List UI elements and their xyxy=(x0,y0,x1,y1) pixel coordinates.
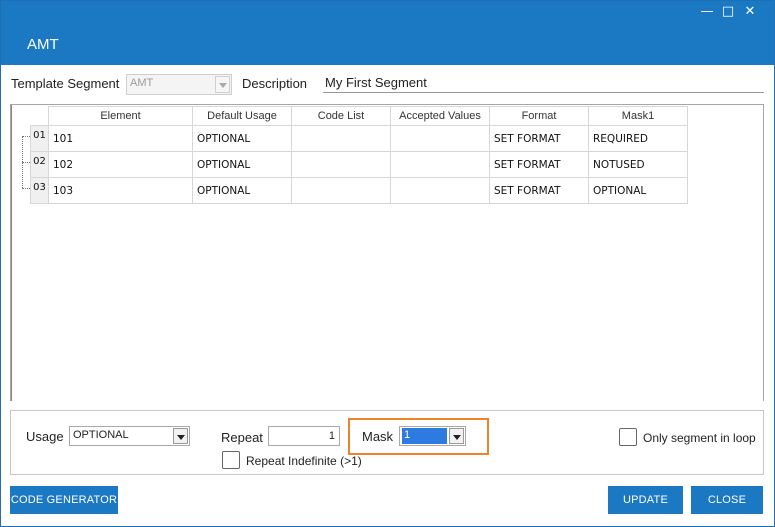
tree-connector-tick xyxy=(22,188,30,189)
usage-select[interactable]: OPTIONAL xyxy=(69,426,190,446)
maximize-icon[interactable]: □ xyxy=(720,5,736,19)
repeat-indefinite-checkbox[interactable] xyxy=(222,451,240,469)
cell-format[interactable]: SET FORMAT xyxy=(489,125,589,152)
column-header-accepted-values[interactable]: Accepted Values xyxy=(390,106,490,126)
usage-value: OPTIONAL xyxy=(73,429,129,441)
cell-code-list[interactable] xyxy=(291,125,391,152)
update-button[interactable]: UPDATE xyxy=(608,486,683,514)
template-segment-value: AMT xyxy=(130,77,154,89)
tree-connector-tick xyxy=(22,136,30,137)
template-segment-select[interactable]: AMT xyxy=(126,74,232,95)
elements-grid: Element Default Usage Code List Accepted… xyxy=(10,104,764,401)
header-corner xyxy=(30,106,49,126)
row-number[interactable]: 02 xyxy=(30,151,49,178)
repeat-label: Repeat xyxy=(221,430,263,445)
mask-value: 1 xyxy=(402,428,447,444)
elements-table: Element Default Usage Code List Accepted… xyxy=(30,106,688,204)
dialog-window: AMT — □ ✕ Template Segment AMT Descripti… xyxy=(0,0,775,527)
close-icon[interactable]: ✕ xyxy=(742,5,758,19)
column-header-code-list[interactable]: Code List xyxy=(291,106,391,126)
cell-default-usage[interactable]: OPTIONAL xyxy=(192,151,292,178)
dropdown-arrow-icon[interactable] xyxy=(215,76,230,93)
cell-mask1[interactable]: REQUIRED xyxy=(588,125,688,152)
dropdown-arrow-icon[interactable] xyxy=(173,428,188,444)
close-button[interactable]: CLOSE xyxy=(691,486,763,514)
usage-label: Usage xyxy=(26,429,64,444)
table-row[interactable]: 01 101 OPTIONAL SET FORMAT REQUIRED xyxy=(30,125,688,152)
column-header-mask1[interactable]: Mask1 xyxy=(588,106,688,126)
column-header-format[interactable]: Format xyxy=(489,106,589,126)
description-label: Description xyxy=(242,76,308,91)
cell-accepted-values[interactable] xyxy=(390,125,490,152)
table-row[interactable]: 02 102 OPTIONAL SET FORMAT NOTUSED xyxy=(30,151,688,178)
cell-default-usage[interactable]: OPTIONAL xyxy=(192,177,292,204)
template-segment-label: Template Segment xyxy=(11,76,120,91)
row-number[interactable]: 03 xyxy=(30,177,49,204)
cell-format[interactable]: SET FORMAT xyxy=(489,151,589,178)
cell-default-usage[interactable]: OPTIONAL xyxy=(192,125,292,152)
grid-left-border xyxy=(11,105,12,401)
column-header-element[interactable]: Element xyxy=(48,106,193,126)
row-number[interactable]: 01 xyxy=(30,125,49,152)
minimize-icon[interactable]: — xyxy=(699,5,715,19)
only-segment-in-loop-checkbox[interactable] xyxy=(619,428,637,446)
mask-select[interactable]: 1 xyxy=(399,426,466,446)
table-row[interactable]: 03 103 OPTIONAL SET FORMAT OPTIONAL xyxy=(30,177,688,204)
column-header-default-usage[interactable]: Default Usage xyxy=(192,106,292,126)
window-title: AMT xyxy=(27,36,59,53)
code-generator-button[interactable]: CODE GENERATOR xyxy=(10,486,118,514)
dropdown-arrow-icon[interactable] xyxy=(449,428,464,444)
mask-label: Mask xyxy=(362,429,394,444)
cell-element[interactable]: 103 xyxy=(48,177,193,204)
tree-connector-tick xyxy=(22,162,30,163)
table-header-row: Element Default Usage Code List Accepted… xyxy=(30,106,688,126)
cell-mask1[interactable]: NOTUSED xyxy=(588,151,688,178)
title-bar: AMT — □ ✕ xyxy=(1,1,774,65)
cell-mask1[interactable]: OPTIONAL xyxy=(588,177,688,204)
only-segment-in-loop-label: Only segment in loop xyxy=(643,431,756,445)
repeat-indefinite-label: Repeat Indefinite (>1) xyxy=(246,454,362,468)
cell-element[interactable]: 102 xyxy=(48,151,193,178)
description-input[interactable]: My First Segment xyxy=(323,73,764,93)
cell-accepted-values[interactable] xyxy=(390,177,490,204)
cell-code-list[interactable] xyxy=(291,177,391,204)
repeat-input[interactable]: 1 xyxy=(268,426,340,446)
cell-accepted-values[interactable] xyxy=(390,151,490,178)
cell-format[interactable]: SET FORMAT xyxy=(489,177,589,204)
cell-element[interactable]: 101 xyxy=(48,125,193,152)
cell-code-list[interactable] xyxy=(291,151,391,178)
